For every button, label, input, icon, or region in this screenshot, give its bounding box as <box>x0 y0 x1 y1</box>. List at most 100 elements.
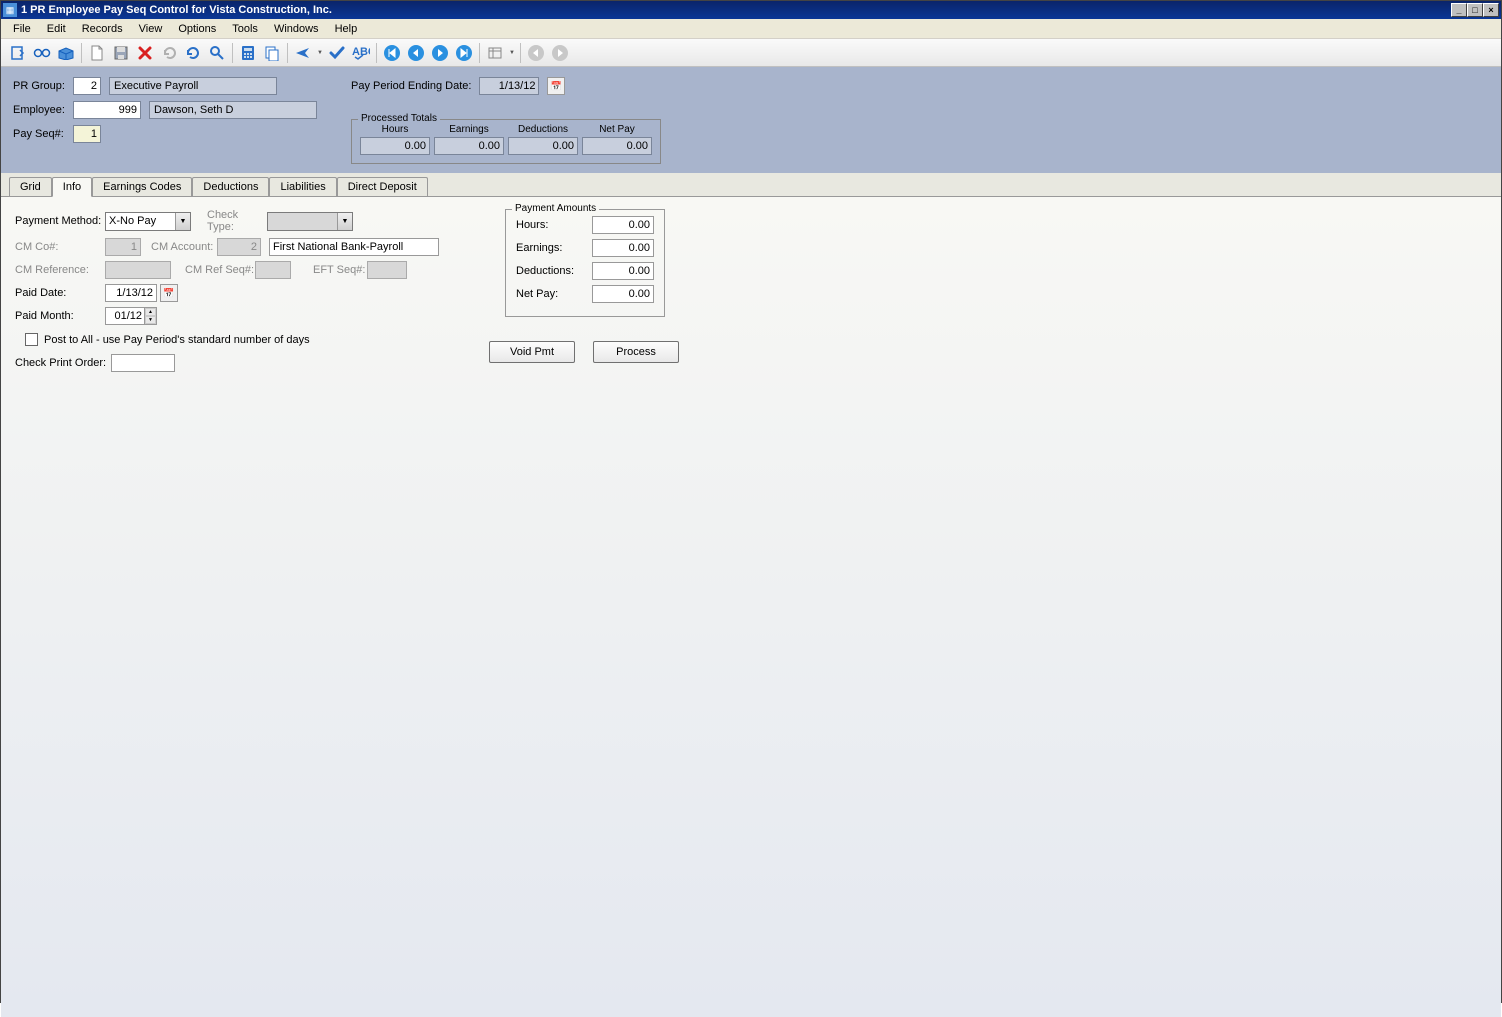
void-pmt-button[interactable]: Void Pmt <box>489 341 575 363</box>
window-controls: _ □ × <box>1451 3 1499 17</box>
send-dropdown-icon[interactable]: ▼ <box>316 50 324 56</box>
first-record-icon[interactable] <box>381 42 403 64</box>
check-type-label: Check Type: <box>207 209 267 233</box>
tab-earnings-codes[interactable]: Earnings Codes <box>92 177 192 196</box>
payment-method-value: X-No Pay <box>109 215 156 227</box>
new-document-icon[interactable] <box>86 42 108 64</box>
pt-hours-value: 0.00 <box>360 137 430 155</box>
cm-co-label: CM Co#: <box>15 241 105 253</box>
pay-period-input[interactable] <box>479 77 539 95</box>
menu-file[interactable]: File <box>5 21 39 37</box>
menu-records[interactable]: Records <box>74 21 131 37</box>
save-icon[interactable] <box>110 42 132 64</box>
maximize-button[interactable]: □ <box>1467 3 1483 17</box>
paid-month-spinner[interactable]: ▲▼ <box>144 308 156 324</box>
pt-earnings-value: 0.00 <box>434 137 504 155</box>
processed-totals-legend: Processed Totals <box>358 113 440 124</box>
tab-direct-deposit[interactable]: Direct Deposit <box>337 177 428 196</box>
filter-dropdown-icon[interactable]: ▼ <box>508 50 516 56</box>
chevron-down-icon: ▼ <box>337 213 352 230</box>
menu-tools[interactable]: Tools <box>224 21 266 37</box>
send-icon[interactable] <box>292 42 314 64</box>
menu-help[interactable]: Help <box>327 21 366 37</box>
new-record-icon[interactable] <box>7 42 29 64</box>
pa-deductions-label: Deductions: <box>516 265 574 277</box>
box-icon[interactable] <box>55 42 77 64</box>
processed-totals-group: Processed Totals Hours Earnings Deductio… <box>351 119 661 164</box>
minimize-button[interactable]: _ <box>1451 3 1467 17</box>
titlebar: ▦ 1 PR Employee Pay Seq Control for Vist… <box>1 1 1501 19</box>
tab-deductions[interactable]: Deductions <box>192 177 269 196</box>
eft-seq-label: EFT Seq#: <box>313 264 367 276</box>
undo-icon[interactable] <box>158 42 180 64</box>
menu-options[interactable]: Options <box>170 21 224 37</box>
employee-input[interactable] <box>73 101 141 119</box>
eft-seq-input <box>367 261 407 279</box>
paid-month-input[interactable] <box>106 308 144 324</box>
payment-amounts-legend: Payment Amounts <box>512 203 599 214</box>
prev-gray-icon[interactable] <box>525 42 547 64</box>
pa-hours-label: Hours: <box>516 219 548 231</box>
paid-date-label: Paid Date: <box>15 287 105 299</box>
pay-seq-label: Pay Seq#: <box>13 128 73 140</box>
calendar-icon[interactable]: 📅 <box>547 77 565 95</box>
search-icon[interactable] <box>206 42 228 64</box>
window-title: 1 PR Employee Pay Seq Control for Vista … <box>21 4 332 16</box>
menu-edit[interactable]: Edit <box>39 21 74 37</box>
calculator-icon[interactable] <box>237 42 259 64</box>
pr-group-desc <box>109 77 277 95</box>
cm-reference-input <box>105 261 171 279</box>
prev-record-icon[interactable] <box>405 42 427 64</box>
tab-grid[interactable]: Grid <box>9 177 52 196</box>
close-button[interactable]: × <box>1483 3 1499 17</box>
filter-icon[interactable] <box>484 42 506 64</box>
pay-seq-input[interactable] <box>73 125 101 143</box>
pa-netpay-label: Net Pay: <box>516 288 558 300</box>
pr-group-input[interactable] <box>73 77 101 95</box>
tab-info[interactable]: Info <box>52 177 92 197</box>
check-print-order-input[interactable] <box>111 354 175 372</box>
pa-hours-value: 0.00 <box>592 216 654 234</box>
check-type-dropdown: ▼ <box>267 212 353 231</box>
pa-deductions-value: 0.00 <box>592 262 654 280</box>
next-record-icon[interactable] <box>429 42 451 64</box>
cm-reference-label: CM Reference: <box>15 264 105 276</box>
pt-deductions-value: 0.00 <box>508 137 578 155</box>
next-gray-icon[interactable] <box>549 42 571 64</box>
cm-co-input <box>105 238 141 256</box>
pa-earnings-value: 0.00 <box>592 239 654 257</box>
pt-hours-label: Hours <box>360 124 430 135</box>
paid-month-label: Paid Month: <box>15 310 105 322</box>
cm-account-desc <box>269 238 439 256</box>
process-button[interactable]: Process <box>593 341 679 363</box>
delete-icon[interactable] <box>134 42 156 64</box>
refresh-icon[interactable] <box>182 42 204 64</box>
pr-group-label: PR Group: <box>13 80 73 92</box>
cm-ref-seq-label: CM Ref Seq#: <box>185 264 255 276</box>
tab-strip: Grid Info Earnings Codes Deductions Liab… <box>1 173 1501 197</box>
employee-label: Employee: <box>13 104 73 116</box>
tab-liabilities[interactable]: Liabilities <box>269 177 336 196</box>
glasses-icon[interactable] <box>31 42 53 64</box>
last-record-icon[interactable] <box>453 42 475 64</box>
app-icon: ▦ <box>3 3 17 17</box>
payment-method-label: Payment Method: <box>15 215 105 227</box>
pt-netpay-label: Net Pay <box>582 124 652 135</box>
pay-period-label: Pay Period Ending Date: <box>351 80 471 92</box>
payment-method-dropdown[interactable]: X-No Pay ▼ <box>105 212 191 231</box>
payment-amounts-group: Payment Amounts Hours:0.00 Earnings:0.00… <box>505 209 665 317</box>
spellcheck-icon[interactable]: ABC <box>350 42 372 64</box>
chevron-down-icon: ▼ <box>175 213 190 230</box>
pa-netpay-value: 0.00 <box>592 285 654 303</box>
copy-icon[interactable] <box>261 42 283 64</box>
menu-view[interactable]: View <box>131 21 171 37</box>
post-to-all-label: Post to All - use Pay Period's standard … <box>44 334 310 346</box>
calendar-icon[interactable]: 📅 <box>160 284 178 302</box>
post-to-all-checkbox[interactable] <box>25 333 38 346</box>
menu-windows[interactable]: Windows <box>266 21 327 37</box>
paid-date-input[interactable] <box>105 284 157 302</box>
pt-deductions-label: Deductions <box>508 124 578 135</box>
toolbar: ▼ ABC ▼ <box>1 39 1501 67</box>
pay-period-row: Pay Period Ending Date: 📅 <box>351 77 565 95</box>
check-icon[interactable] <box>326 42 348 64</box>
